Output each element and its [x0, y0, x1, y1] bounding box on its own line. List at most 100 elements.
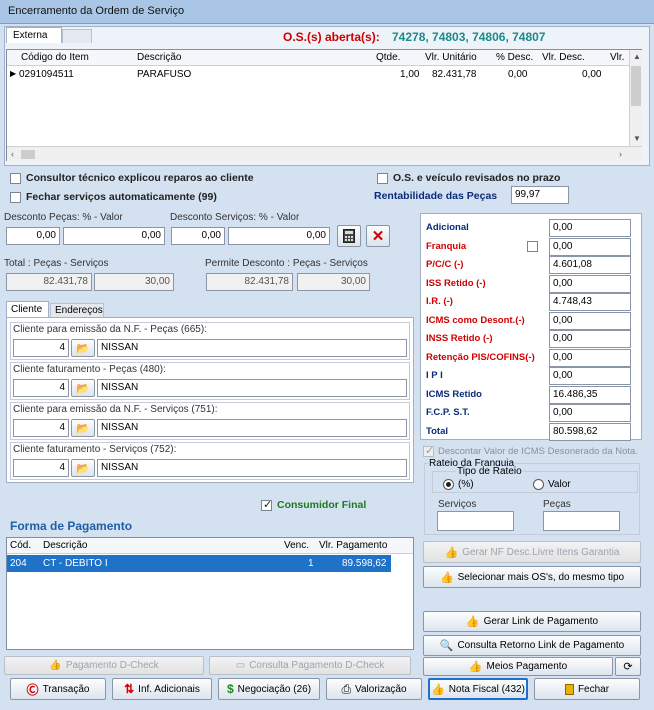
franquia-checkbox[interactable] [527, 241, 538, 252]
meios-extra-button[interactable]: ⟳ [615, 657, 641, 676]
col-pct-desc[interactable]: % Desc. [496, 52, 533, 63]
valorizacao-button[interactable]: ⎙ Valorização [326, 678, 422, 700]
cliente-label-3: Cliente para emissão da N.F. - Serviços … [13, 404, 218, 415]
gerar-nf-garantia-button[interactable]: 👍 Gerar NF Desc.Livre Itens Garantia [423, 541, 641, 563]
imposto-value[interactable]: 0,00 [549, 219, 631, 237]
pag-row-descricao: CT - DEBITO I [43, 558, 108, 569]
col-venc[interactable]: Venc. [284, 540, 309, 551]
cliente-code-2[interactable]: 4 [13, 379, 69, 397]
imposto-value[interactable]: 0,00 [549, 238, 631, 256]
folder-search-icon: 📂 [76, 342, 90, 355]
cliente-name-4[interactable]: NISSAN [97, 459, 407, 477]
imposto-value[interactable]: 0,00 [549, 312, 631, 330]
radio-pct-circle[interactable] [443, 479, 454, 490]
pag-row-cod: 204 [10, 558, 27, 569]
radio-valor-circle[interactable] [533, 479, 544, 490]
check-consumidor-final[interactable]: ✓ Consumidor Final [261, 499, 366, 511]
scroll-thumb[interactable] [631, 66, 641, 106]
gerar-link-button[interactable]: 👍 Gerar Link de Pagamento [423, 611, 641, 632]
check-consultor[interactable]: Consultor técnico explicou reparos ao cl… [10, 172, 254, 184]
check-fechar[interactable]: Fechar serviços automaticamente (99) [10, 191, 217, 203]
desconto-servicos-pct[interactable]: 0,00 [171, 227, 225, 245]
os-veiculo-checkbox[interactable] [377, 172, 388, 184]
horizontal-scrollbar[interactable]: ‹ › [7, 146, 642, 161]
imposto-value[interactable]: 0,00 [549, 349, 631, 367]
table-row[interactable]: 204 CT - DEBITO I 1 89.598,62 [7, 555, 391, 572]
rateio-servicos-field[interactable] [437, 511, 514, 531]
col-qtde[interactable]: Qtde. [376, 52, 400, 63]
radio-valor[interactable]: Valor [533, 479, 571, 490]
consumidor-final-checkbox[interactable]: ✓ [261, 499, 272, 511]
scroll-down-icon[interactable]: ▼ [633, 134, 641, 143]
cliente-code-4[interactable]: 4 [13, 459, 69, 477]
desconto-servicos-valor[interactable]: 0,00 [228, 227, 330, 245]
search-client-button-4[interactable]: 📂 [71, 459, 95, 477]
selecionar-os-button[interactable]: 👍 Selecionar mais OS's, do mesmo tipo [423, 566, 641, 588]
imposto-value[interactable]: 0,00 [549, 275, 631, 293]
consulta-dcheck-button[interactable]: ▭ Consulta Pagamento D-Check [209, 656, 411, 675]
valorizacao-label: Valorização [355, 683, 407, 695]
tab-blank[interactable] [62, 29, 92, 43]
col-vlr-desc[interactable]: Vlr. Desc. [542, 52, 585, 63]
imposto-value[interactable]: 0,00 [549, 367, 631, 385]
tab-externa[interactable]: Externa [6, 27, 62, 43]
rateio-pecas-field[interactable] [543, 511, 620, 531]
desconto-pecas-pct[interactable]: 0,00 [6, 227, 60, 245]
tab-enderecos[interactable]: Endereços [50, 303, 104, 317]
imposto-value[interactable]: 0,00 [549, 404, 631, 422]
col-pag-descricao[interactable]: Descrição [43, 540, 87, 551]
descontar-icms-checkbox[interactable]: ✓ [423, 445, 434, 457]
cliente-name-3[interactable]: NISSAN [97, 419, 407, 437]
cancel-discount-button[interactable]: ✕ [366, 225, 390, 247]
check-descontar-icms[interactable]: ✓ Descontar Valor de ICMS Desonerado da … [423, 445, 638, 457]
hscroll-thumb[interactable] [21, 150, 35, 159]
imposto-label: ISS Retido (-) [426, 278, 486, 289]
imposto-value[interactable]: 16.486,35 [549, 386, 631, 404]
rentabilidade-field[interactable]: 99,97 [511, 186, 569, 204]
permite-servicos-field: 30,00 [297, 273, 370, 291]
imposto-value[interactable]: 4.748,43 [549, 293, 631, 311]
table-row[interactable]: ▶ 0291094511 PARAFUSO 1,00 82.431,78 0,0… [7, 67, 629, 81]
cliente-group-2: Cliente faturamento - Peças (480): 4 📂 N… [10, 362, 410, 400]
desconto-servicos-label: Desconto Serviços: % - Valor [170, 212, 300, 223]
fechar-checkbox[interactable] [10, 191, 21, 203]
search-client-button-1[interactable]: 📂 [71, 339, 95, 357]
scroll-right-icon[interactable]: › [619, 149, 622, 159]
col-descricao[interactable]: Descrição [137, 52, 181, 63]
cliente-name-1[interactable]: NISSAN [97, 339, 407, 357]
check-os-veiculo[interactable]: O.S. e veículo revisados no prazo [377, 172, 560, 184]
nota-fiscal-button[interactable]: 👍 Nota Fiscal (432) [428, 678, 528, 700]
col-cod[interactable]: Cód. [10, 540, 31, 551]
imposto-value[interactable]: 0,00 [549, 330, 631, 348]
cliente-group-3: Cliente para emissão da N.F. - Serviços … [10, 402, 410, 440]
selecionar-os-label: Selecionar mais OS's, do mesmo tipo [457, 571, 625, 583]
radio-pct[interactable]: (%) [443, 479, 474, 490]
inf-adicionais-button[interactable]: ⇅ Inf. Adicionais [112, 678, 212, 700]
pagamento-dcheck-button[interactable]: 👍 Pagamento D-Check [4, 656, 204, 675]
vertical-scrollbar[interactable]: ▲ ▼ [629, 50, 642, 146]
cliente-code-1[interactable]: 4 [13, 339, 69, 357]
calculator-button[interactable] [337, 225, 361, 247]
col-vlr-pagamento[interactable]: Vlr. Pagamento [319, 540, 387, 551]
items-table-header: Código do Item Descrição Qtde. Vlr. Unit… [7, 50, 629, 66]
cliente-name-2[interactable]: NISSAN [97, 379, 407, 397]
negociacao-button[interactable]: $ Negociação (26) [218, 678, 320, 700]
imposto-value[interactable]: 4.601,08 [549, 256, 631, 274]
search-client-button-3[interactable]: 📂 [71, 419, 95, 437]
desconto-pecas-valor[interactable]: 0,00 [63, 227, 165, 245]
col-vlr[interactable]: Vlr. [610, 52, 624, 63]
consultor-checkbox[interactable] [10, 172, 21, 184]
transacao-button[interactable]: Ⓒ Transação [10, 678, 106, 700]
permite-label: Permite Desconto : Peças - Serviços [205, 258, 368, 269]
col-vlr-unitario[interactable]: Vlr. Unitário [425, 52, 477, 63]
consulta-link-button[interactable]: 🔍 Consulta Retorno Link de Pagamento [423, 635, 641, 656]
scroll-up-icon[interactable]: ▲ [633, 52, 641, 61]
tab-cliente[interactable]: Cliente [6, 301, 49, 317]
scroll-left-icon[interactable]: ‹ [11, 149, 14, 159]
meios-pagamento-button[interactable]: 👍 Meios Pagamento [423, 657, 613, 676]
cliente-code-3[interactable]: 4 [13, 419, 69, 437]
imposto-value[interactable]: 80.598,62 [549, 423, 631, 441]
search-client-button-2[interactable]: 📂 [71, 379, 95, 397]
col-codigo[interactable]: Código do Item [21, 52, 89, 63]
fechar-button[interactable]: Fechar [534, 678, 640, 700]
